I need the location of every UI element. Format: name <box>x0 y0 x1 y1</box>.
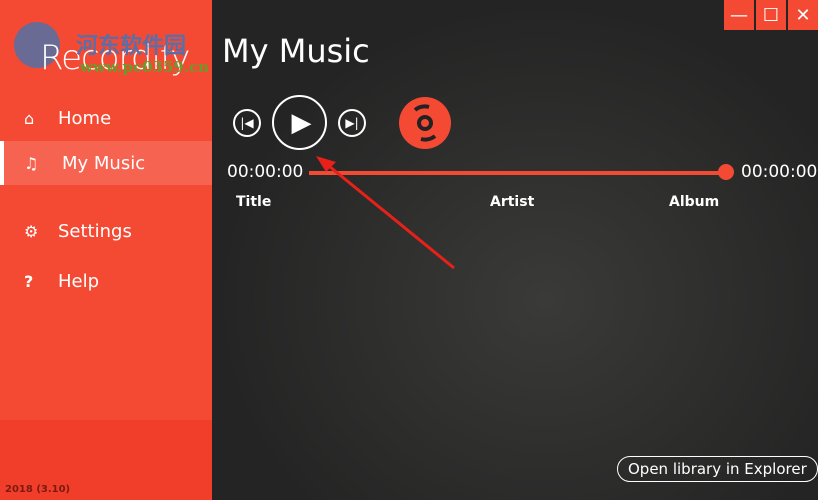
disc-icon <box>413 104 437 142</box>
music-note-icon: ♫ <box>24 153 39 173</box>
next-button[interactable]: ▶| <box>338 109 366 137</box>
open-library-button[interactable]: Open library in Explorer <box>617 456 818 482</box>
question-icon: ? <box>24 271 34 291</box>
watermark-url: www.pc0359.cn <box>80 58 210 76</box>
page-title: My Music <box>222 32 370 70</box>
label: Settings <box>58 220 132 242</box>
home-icon: ⌂ <box>24 108 35 128</box>
label: Home <box>58 107 112 129</box>
previous-button[interactable]: |◀ <box>233 109 261 137</box>
column-artist[interactable]: Artist <box>490 194 534 210</box>
sidebar-item-home[interactable]: ⌂ Home <box>0 96 212 140</box>
total-time: 00:00:00 <box>741 162 818 182</box>
app-logo: Recordify 河东软件园 www.pc0359.cn <box>10 14 209 78</box>
sidebar-item-my-music[interactable]: ♫ My Music <box>0 141 212 185</box>
annotation-arrow <box>316 156 455 270</box>
disc-button[interactable] <box>399 97 451 149</box>
version-label: 2018 (3.10) <box>5 484 71 495</box>
sidebar: Recordify 河东软件园 www.pc0359.cn ⌂ Home ♫ My … <box>0 0 212 500</box>
main-panel: — ☐ ✕ My Music |◀ ▶ ▶| 00:00:00 00:00:00… <box>212 0 818 500</box>
maximize-button[interactable]: ☐ <box>756 0 786 30</box>
play-icon: ▶ <box>291 107 312 138</box>
column-title[interactable]: Title <box>236 194 271 210</box>
watermark: 河东软件园 <box>76 33 187 59</box>
seek-handle[interactable] <box>718 164 734 180</box>
gear-icon: ⚙ <box>24 221 39 241</box>
play-button[interactable]: ▶ <box>272 95 327 150</box>
label: My Music <box>62 152 146 174</box>
sidebar-item-help[interactable]: ? Help <box>0 259 212 303</box>
close-button[interactable]: ✕ <box>788 0 818 30</box>
skip-forward-icon: ▶| <box>345 116 359 130</box>
sidebar-item-settings[interactable]: ⚙ Settings <box>0 209 212 253</box>
elapsed-time: 00:00:00 <box>227 162 304 182</box>
label: Help <box>58 270 100 292</box>
column-album[interactable]: Album <box>669 194 719 210</box>
minimize-button[interactable]: — <box>724 0 754 30</box>
skip-back-icon: |◀ <box>240 116 254 130</box>
